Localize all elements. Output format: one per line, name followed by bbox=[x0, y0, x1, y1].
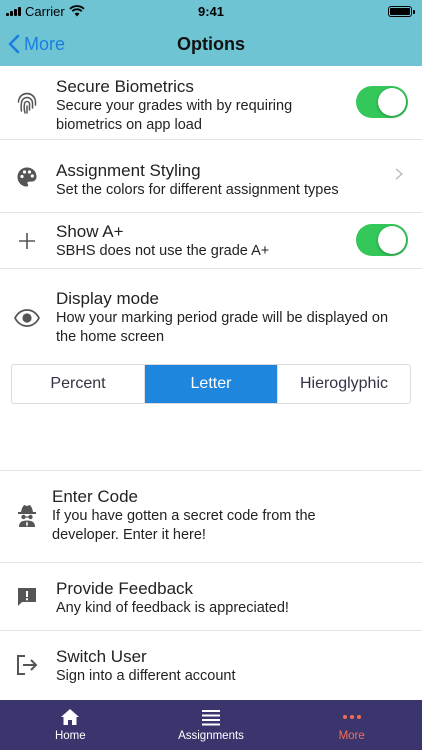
option-subtitle: Set the colors for different assignment … bbox=[56, 182, 339, 198]
option-title: Display mode bbox=[56, 289, 159, 308]
nav-bar: More Options bbox=[0, 22, 422, 66]
option-text: Provide Feedback Any kind of feedback is… bbox=[56, 578, 402, 618]
option-text: Secure Biometrics Secure your grades wit… bbox=[56, 76, 362, 135]
palette-icon bbox=[14, 164, 40, 190]
option-enter-code[interactable]: Enter Code If you have gotten a secret c… bbox=[0, 471, 422, 563]
option-title: Show A+ bbox=[56, 222, 124, 241]
option-subtitle: Secure your grades with by requiring bio… bbox=[56, 98, 293, 133]
segment-hieroglyphic[interactable]: Hieroglyphic bbox=[278, 365, 410, 403]
spy-icon bbox=[14, 503, 40, 529]
chevron-left-icon bbox=[8, 34, 20, 54]
option-title: Switch User bbox=[56, 647, 147, 666]
tab-label: Home bbox=[54, 730, 86, 742]
toggle-knob bbox=[378, 88, 406, 116]
option-subtitle: If you have gotten a secret code from th… bbox=[52, 508, 316, 543]
tab-more[interactable]: More bbox=[281, 700, 422, 750]
more-icon bbox=[342, 715, 361, 719]
option-provide-feedback[interactable]: Provide Feedback Any kind of feedback is… bbox=[0, 563, 422, 631]
signal-icon bbox=[6, 6, 21, 16]
option-subtitle: SBHS does not use the grade A+ bbox=[56, 243, 270, 259]
list-icon bbox=[202, 710, 220, 726]
option-subtitle: How your marking period grade will be di… bbox=[56, 310, 389, 345]
option-secure-biometrics: Secure Biometrics Secure your grades wit… bbox=[0, 66, 422, 140]
feedback-icon bbox=[14, 584, 40, 610]
fingerprint-icon bbox=[14, 90, 40, 116]
tab-assignments[interactable]: Assignments bbox=[141, 700, 282, 750]
option-subtitle: Any kind of feedback is appreciated! bbox=[56, 600, 289, 616]
option-text: Assignment Styling Set the colors for di… bbox=[56, 160, 362, 200]
biometrics-toggle[interactable] bbox=[356, 86, 408, 118]
toggle-knob bbox=[378, 226, 406, 254]
option-text: Show A+ SBHS does not use the grade A+ bbox=[56, 221, 362, 261]
carrier-label: Carrier bbox=[25, 3, 65, 19]
tab-label: More bbox=[338, 730, 365, 742]
home-icon bbox=[61, 709, 80, 725]
segment-percent[interactable]: Percent bbox=[12, 365, 145, 403]
option-assignment-styling[interactable]: Assignment Styling Set the colors for di… bbox=[0, 140, 422, 213]
status-left: Carrier bbox=[6, 4, 85, 19]
option-show-a-plus: Show A+ SBHS does not use the grade A+ bbox=[0, 213, 422, 269]
option-text: Enter Code If you have gotten a secret c… bbox=[52, 486, 382, 545]
wifi-icon bbox=[69, 5, 85, 17]
segment-letter[interactable]: Letter bbox=[145, 365, 278, 403]
option-text: Switch User Sign into a different accoun… bbox=[56, 646, 402, 686]
eye-icon bbox=[14, 305, 40, 331]
show-a-plus-toggle[interactable] bbox=[356, 224, 408, 256]
display-mode-segmented-control: Percent Letter Hieroglyphic bbox=[11, 364, 411, 404]
chevron-right-icon bbox=[394, 167, 404, 186]
sign-out-icon bbox=[14, 652, 40, 678]
status-bar: Carrier 9:41 bbox=[0, 0, 422, 22]
tab-bar: Home Assignments More bbox=[0, 700, 422, 750]
option-text: Display mode How your marking period gra… bbox=[56, 288, 402, 347]
option-title: Provide Feedback bbox=[56, 579, 194, 598]
back-label: More bbox=[24, 33, 66, 54]
tab-home[interactable]: Home bbox=[0, 700, 141, 750]
tab-label: Assignments bbox=[178, 730, 244, 742]
plus-icon bbox=[14, 228, 40, 254]
battery-icon bbox=[388, 5, 415, 17]
option-title: Secure Biometrics bbox=[56, 77, 194, 96]
back-button[interactable]: More bbox=[8, 22, 65, 66]
option-switch-user[interactable]: Switch User Sign into a different accoun… bbox=[0, 631, 422, 700]
option-title: Assignment Styling bbox=[56, 161, 201, 180]
option-subtitle: Sign into a different account bbox=[56, 668, 236, 684]
option-title: Enter Code bbox=[52, 487, 138, 506]
